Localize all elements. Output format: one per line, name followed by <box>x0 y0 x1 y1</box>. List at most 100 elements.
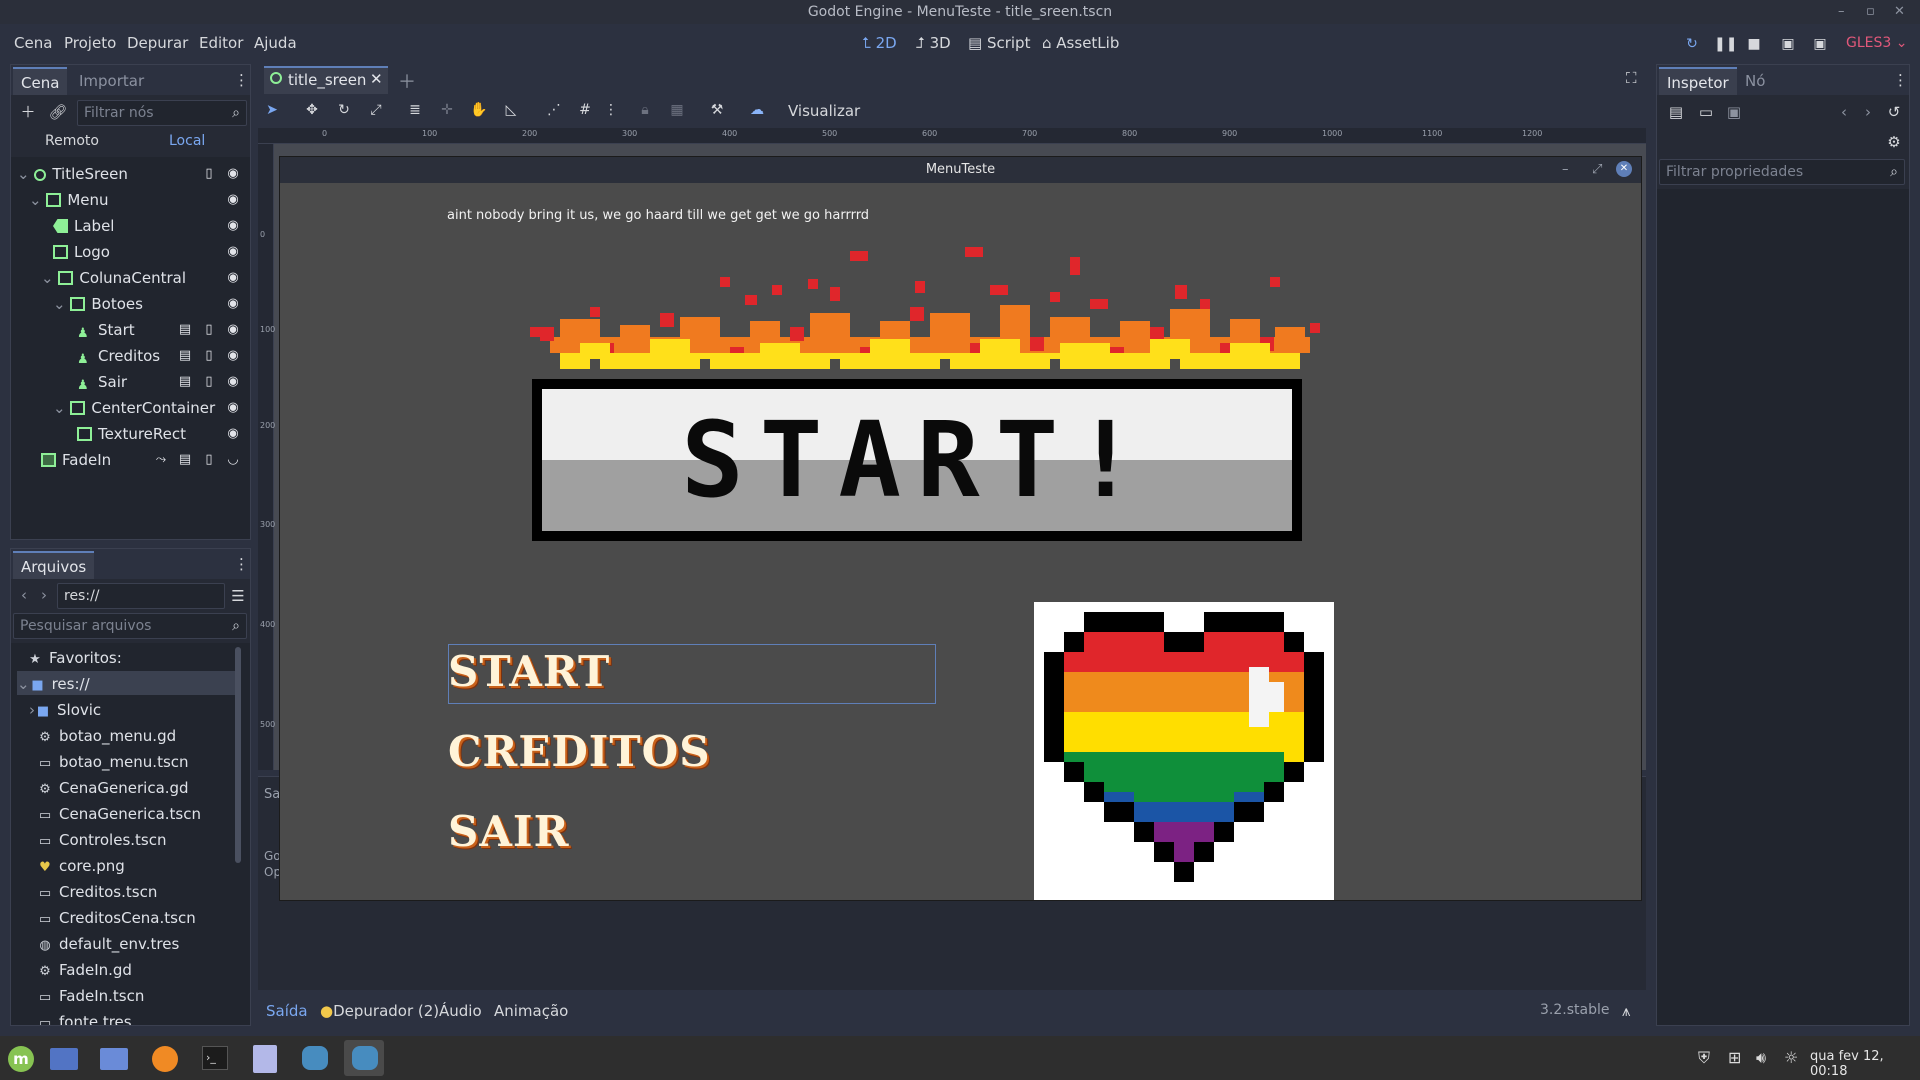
filter-properties-input[interactable]: Filtrar propriedades ⌕ <box>1659 159 1905 185</box>
move-tool-icon[interactable]: ✥ <box>301 99 323 121</box>
brightness-icon[interactable]: ☼ <box>1784 1048 1798 1067</box>
workspace-2d-button[interactable]: ⮤ 2D <box>862 34 897 52</box>
menu-depurar[interactable]: Depurar <box>127 34 188 52</box>
save-icon[interactable]: ▣ <box>1723 101 1745 123</box>
close-tab-icon[interactable]: ✕ <box>370 70 383 88</box>
volume-icon[interactable]: 🔊︎ <box>1756 1048 1766 1068</box>
add-node-icon[interactable]: ＋ <box>17 101 39 123</box>
file-row[interactable]: ▭ CreditosCena.tscn <box>37 905 196 931</box>
maximize-button[interactable]: ▫ <box>1866 0 1875 24</box>
tree-node-fadein[interactable]: FadeIn <box>41 447 111 473</box>
dock-menu-icon[interactable]: ⋮ <box>234 553 249 575</box>
filter-nodes-input[interactable]: Filtrar nós ⌕ <box>77 100 247 126</box>
visibility-eye-icon[interactable]: ◉ <box>225 426 241 442</box>
history-icon[interactable]: ↺ <box>1883 101 1905 123</box>
visibility-eye-icon[interactable]: ◉ <box>225 374 241 390</box>
shield-icon[interactable]: ⛨ <box>1698 1048 1710 1068</box>
tree-node-creditos[interactable]: ♟ Creditos <box>77 343 160 369</box>
open-folder-icon[interactable]: ▭ <box>1695 101 1717 123</box>
snap-options-icon[interactable]: ⋮ <box>600 99 622 121</box>
tree-node-centercontainer[interactable]: ⌄ CenterContainer <box>53 395 215 421</box>
scale-tool-icon[interactable]: ⤢ <box>365 99 387 121</box>
sair-button[interactable]: SAIR <box>448 807 569 856</box>
tree-node-botoes[interactable]: ⌄ Botoes <box>53 291 143 317</box>
godot-running-icon[interactable] <box>344 1040 384 1076</box>
file-manager-icon[interactable] <box>94 1040 134 1076</box>
file-row[interactable]: ♥ core.png <box>37 853 125 879</box>
tree-node-logo[interactable]: Logo <box>53 239 110 265</box>
file-row[interactable]: ⚙ FadeIn.gd <box>37 957 132 983</box>
tab-no[interactable]: Nó <box>1737 67 1773 95</box>
open-scene-icon[interactable]: ▤ <box>177 374 193 390</box>
minimize-button[interactable]: – <box>1838 0 1845 24</box>
tree-node-start[interactable]: ♟ Start <box>77 317 135 343</box>
mode-local[interactable]: Local <box>169 133 205 149</box>
visibility-eye-icon[interactable]: ◉ <box>225 296 241 312</box>
bone-icon[interactable]: ⚒ <box>706 99 728 121</box>
clock[interactable]: qua fev 12, 00:18 <box>1810 1049 1920 1079</box>
open-scene-icon[interactable]: ▤ <box>177 348 193 364</box>
tree-node-menu[interactable]: ⌄ Menu <box>29 187 109 213</box>
visibility-eye-icon[interactable]: ◉ <box>225 348 241 364</box>
tools-icon[interactable]: ⚙ <box>1883 131 1905 153</box>
visibility-eye-icon[interactable]: ◉ <box>225 322 241 338</box>
script-icon[interactable]: ▯ <box>201 452 217 468</box>
terminal-icon[interactable]: ›_ <box>194 1040 234 1076</box>
workspace-script-button[interactable]: ▤ Script <box>968 34 1030 52</box>
new-tab-icon[interactable]: ＋ <box>398 68 416 94</box>
pause-icon[interactable]: ❚❚ <box>1714 36 1737 52</box>
file-row[interactable]: ⚙ CenaGenerica.gd <box>37 775 188 801</box>
godot-icon[interactable] <box>294 1040 334 1076</box>
scrollbar[interactable] <box>235 647 241 863</box>
back-icon[interactable]: ‹ <box>1833 101 1855 123</box>
tab-audio[interactable]: Áudio <box>439 1002 482 1020</box>
forward-icon[interactable]: › <box>1857 101 1879 123</box>
back-icon[interactable]: ‹ <box>13 584 35 606</box>
rotate-tool-icon[interactable]: ↻ <box>333 99 355 121</box>
dock-menu-icon[interactable]: ⋮ <box>1893 69 1908 91</box>
tree-node-colunacentral[interactable]: ⌄ ColunaCentral <box>41 265 186 291</box>
menu-editor[interactable]: Editor <box>199 34 243 52</box>
visibility-eye-icon[interactable]: ◉ <box>225 166 241 182</box>
view-menu[interactable]: Visualizar <box>788 102 860 120</box>
reload-icon[interactable]: ↻ <box>1684 36 1700 52</box>
network-icon[interactable]: ⊞ <box>1728 1048 1741 1067</box>
script-icon[interactable]: ▯ <box>201 374 217 390</box>
renderer-select[interactable]: GLES3 ⌄ <box>1846 35 1907 51</box>
pin-panel-icon[interactable]: ⩚ <box>1622 1002 1630 1020</box>
path-field[interactable]: res:// <box>57 583 225 609</box>
tree-node-texturerect[interactable]: TextureRect <box>77 421 186 447</box>
pivot-icon[interactable]: ✛ <box>436 99 458 121</box>
smart-snap-icon[interactable]: ⋰ <box>543 99 565 121</box>
menu-projeto[interactable]: Projeto <box>64 34 116 52</box>
tab-depurador[interactable]: ●Depurador (2) <box>320 1002 439 1020</box>
tree-node-sair[interactable]: ♟ Sair <box>77 369 127 395</box>
maximize-icon[interactable]: ⤢ <box>1592 157 1602 183</box>
close-button[interactable]: ✕ <box>1894 0 1905 24</box>
signal-icon[interactable]: ⤳ <box>153 452 169 468</box>
play-scene-icon[interactable]: ▣ <box>1780 36 1796 52</box>
group-icon[interactable]: ▦ <box>666 99 688 121</box>
grid-snap-icon[interactable]: # <box>574 99 596 121</box>
tab-scene-title[interactable]: title_sreen ✕ <box>264 66 388 94</box>
ruler-tool-icon[interactable]: ◺ <box>500 99 522 121</box>
dock-menu-icon[interactable]: ⋮ <box>234 69 249 91</box>
select-tool-icon[interactable]: ➤ <box>261 99 283 121</box>
file-row[interactable]: ▭ Controles.tscn <box>37 827 167 853</box>
visibility-hidden-icon[interactable]: ◡ <box>225 452 241 468</box>
close-icon[interactable]: ✕ <box>1616 161 1632 177</box>
play-custom-scene-icon[interactable]: ▣ <box>1812 36 1828 52</box>
minimize-icon[interactable]: – <box>1562 157 1569 183</box>
file-row[interactable]: ▭ FadeIn.tscn <box>37 983 145 1009</box>
stop-icon[interactable]: ■ <box>1746 36 1762 52</box>
tree-node-label[interactable]: Label <box>53 213 114 239</box>
file-row[interactable]: ▭ botao_menu.tscn <box>37 749 189 775</box>
visibility-eye-icon[interactable]: ◉ <box>225 400 241 416</box>
visibility-eye-icon[interactable]: ◉ <box>225 192 241 208</box>
tree-node-titlesreen[interactable]: ⌄ TitleSreen <box>17 161 128 187</box>
mint-menu-icon[interactable]: m <box>2 1040 38 1076</box>
file-row[interactable]: ▭ CenaGenerica.tscn <box>37 801 201 827</box>
mode-remoto[interactable]: Remoto <box>45 133 99 149</box>
firefox-icon[interactable] <box>144 1040 184 1076</box>
menu-ajuda[interactable]: Ajuda <box>254 34 297 52</box>
